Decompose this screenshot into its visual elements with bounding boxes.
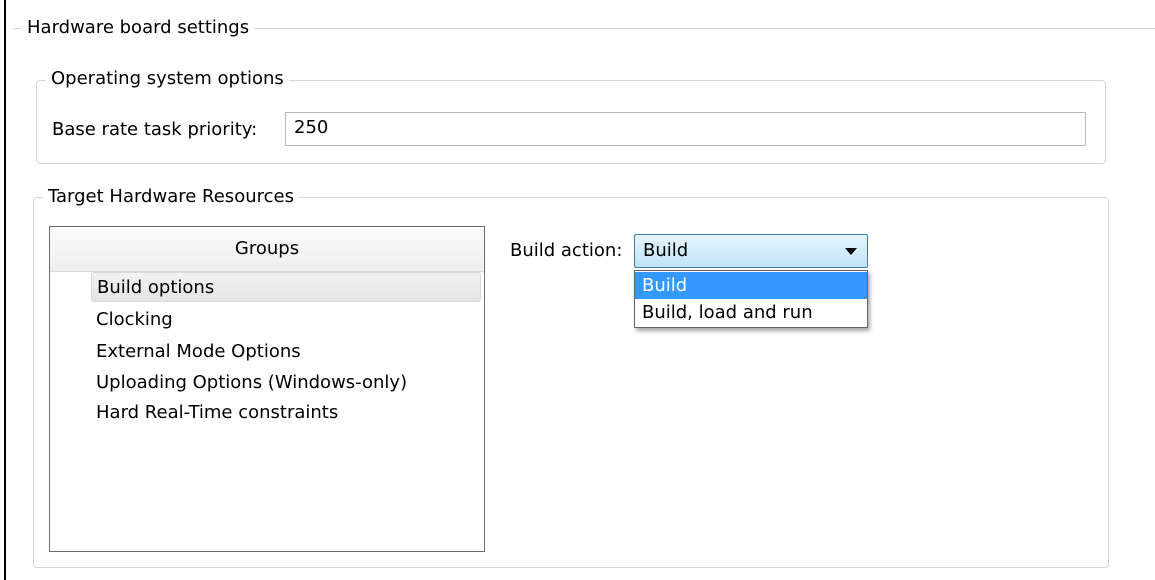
groups-header: Groups [50,227,484,272]
groups-list[interactable]: Groups Build options Clocking External M… [49,226,485,552]
build-action-select[interactable]: Build [634,234,868,268]
build-action-option-build-load-run[interactable]: Build, load and run [635,299,867,326]
list-item-uploading-options[interactable]: Uploading Options (Windows-only) [91,368,481,398]
list-item-clocking[interactable]: Clocking [91,305,481,335]
hardware-board-settings-title: Hardware board settings [22,17,255,39]
base-rate-priority-input[interactable]: 250 [285,112,1086,146]
build-action-option-build[interactable]: Build [635,272,867,299]
build-action-dropdown: Build Build, load and run [634,270,868,328]
build-action-selected-value: Build [643,240,689,261]
base-rate-priority-label: Base rate task priority: [52,119,258,140]
list-item-hard-real-time-constraints[interactable]: Hard Real-Time constraints [91,398,481,428]
list-item-external-mode-options[interactable]: External Mode Options [91,337,481,367]
chevron-down-icon[interactable] [845,248,857,255]
target-resources-title: Target Hardware Resources [43,186,299,208]
os-options-title: Operating system options [46,68,289,90]
build-action-label: Build action: [510,240,623,261]
list-item-build-options[interactable]: Build options [91,272,481,302]
